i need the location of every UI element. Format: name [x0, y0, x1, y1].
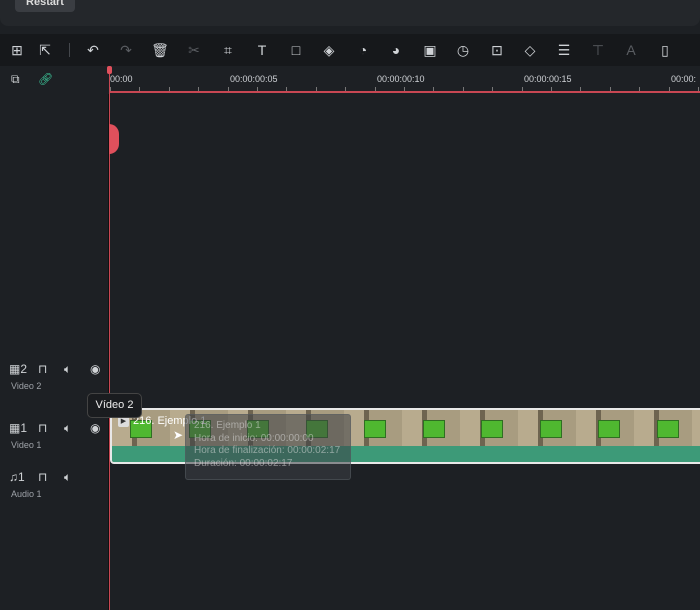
work-area-bar — [110, 91, 700, 93]
speaker-icon[interactable]: 🔈︎ — [64, 421, 71, 436]
ruler-label: 00:00:00:10 — [377, 74, 425, 84]
thumbnail-frame — [539, 420, 562, 438]
top-panel: Restart — [0, 0, 700, 26]
track-label-video-1: Video 1 — [11, 440, 42, 450]
cut-icon[interactable]: ✂ — [184, 40, 204, 60]
thumbnail-frame — [422, 420, 445, 438]
link-icon[interactable]: 🔗︎ — [38, 72, 53, 86]
redo-icon[interactable]: ↷ — [116, 40, 136, 60]
restart-button[interactable]: Restart — [15, 0, 75, 12]
playhead-handle[interactable] — [109, 124, 119, 154]
thumbnail-frame — [656, 420, 679, 438]
track-number: 1 — [18, 470, 25, 484]
clip-info-start: Hora de inicio: 00:00:00:00 — [194, 432, 314, 444]
speaker-icon[interactable]: 🔈︎ — [64, 362, 71, 377]
eye-icon[interactable]: ◉ — [90, 421, 100, 435]
timeline-toolbar: ⊞ ⇱ ↶ ↷ 🗑 ✂ ⌗ T □ ◈ ◔ ◕ ▣ ◷ ⊡ ◇ ☰ ⊤ A ▯ — [0, 34, 700, 66]
clip-info-end: Hora de finalización: 00:00:02:17 — [194, 445, 341, 456]
keyframe-icon[interactable]: ◇ — [520, 40, 540, 60]
mask-icon[interactable]: ◈ — [319, 40, 339, 60]
add-track-icon[interactable]: ⧉ — [11, 72, 20, 87]
track-number: 1 — [20, 421, 28, 435]
text-icon[interactable]: T — [252, 40, 272, 60]
video-track-icon: ▦2 — [9, 362, 28, 376]
speaker-icon[interactable]: 🔈︎ — [64, 470, 71, 485]
auto-reframe-icon[interactable]: ⊡ — [487, 40, 507, 60]
layout-icon[interactable]: ⊞ — [7, 40, 27, 60]
clip-info-duration: Duración: 00:00:02:17 — [194, 457, 293, 469]
audio-track-icon: ♫1 — [9, 470, 25, 484]
lock-icon[interactable]: ⊓ — [38, 470, 47, 484]
track-header-panel — [0, 66, 108, 610]
ruler-label: 00:00: — [671, 74, 697, 84]
thumbnail-frame — [481, 420, 503, 438]
adjust-icon[interactable]: ☰ — [554, 40, 574, 60]
clip-info-name: 216. Ejemplo 1 — [194, 420, 261, 431]
eye-icon[interactable]: ◉ — [90, 362, 100, 376]
speed-icon[interactable]: ◔ — [353, 40, 373, 60]
translate-icon[interactable]: A — [621, 40, 641, 60]
video-track-icon: ▦1 — [9, 421, 28, 435]
track-label-audio-1: Audio 1 — [11, 489, 42, 499]
lock-icon[interactable]: ⊓ — [38, 362, 47, 376]
clip-info-tooltip: 216. Ejemplo 1 Hora de inicio: 00:00:00:… — [185, 414, 351, 480]
mouse-cursor-icon: ➤ — [173, 428, 184, 442]
freeze-frame-icon[interactable]: ▯ — [655, 40, 675, 60]
thumbnail-frame — [598, 420, 620, 438]
playhead-top[interactable] — [107, 66, 112, 74]
ruler-label: 00:00:00:05 — [230, 74, 278, 84]
timer-icon[interactable]: ◷ — [453, 40, 473, 60]
ruler-label: 00:00 — [110, 74, 133, 84]
color-icon[interactable]: ◕ — [386, 40, 406, 60]
select-icon[interactable]: ⇱ — [35, 40, 55, 60]
lock-icon[interactable]: ⊓ — [38, 421, 47, 435]
track-label-video-2: Video 2 — [11, 381, 42, 391]
ruler-label: 00:00:00:15 — [524, 74, 572, 84]
speech-to-text-icon[interactable]: ⊤ — [588, 40, 608, 60]
toolbar-divider — [69, 43, 70, 57]
track-tooltip: Vídeo 2 — [87, 393, 142, 418]
delete-icon[interactable]: 🗑 — [150, 40, 170, 60]
crop-icon[interactable]: ⌗ — [218, 40, 238, 60]
ai-portrait-icon[interactable]: ▣ — [420, 40, 440, 60]
undo-icon[interactable]: ↶ — [83, 40, 103, 60]
thumbnail-frame — [364, 420, 386, 438]
track-number: 2 — [20, 362, 28, 376]
shape-icon[interactable]: □ — [286, 40, 306, 60]
